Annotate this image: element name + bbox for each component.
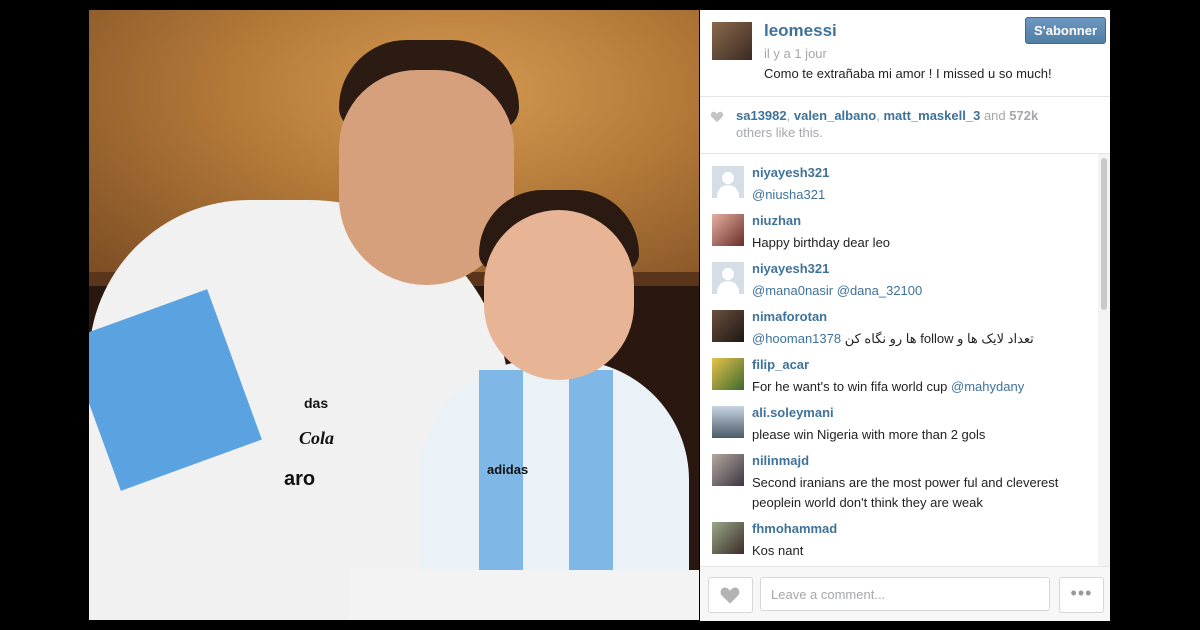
likes-suffix: others like this. — [736, 125, 823, 140]
heart-icon — [720, 587, 740, 604]
avatar[interactable] — [712, 522, 744, 554]
photo-logo-aro: aro — [284, 468, 316, 490]
comment-username[interactable]: fhmohammad — [752, 521, 837, 536]
comment-username[interactable]: niuzhan — [752, 213, 801, 228]
comment-footer: ••• — [700, 566, 1110, 621]
instagram-embed: das Cola aro adidas leomessi il y a 1 jo… — [0, 0, 1200, 630]
liker-separator: , — [786, 108, 794, 123]
likes-summary: sa13982, valen_albano, matt_maskell_3 an… — [700, 97, 1110, 154]
heart-icon — [710, 111, 724, 123]
photo-kid-face — [484, 210, 634, 380]
comment-text: Second iranians are the most power ful a… — [752, 475, 1059, 510]
post-timestamp[interactable]: il y a 1 jour — [764, 46, 827, 61]
ellipsis-icon[interactable]: ••• — [1059, 577, 1104, 613]
comment-body: ها رو نگاه کن follow تعداد لایک ها و — [844, 331, 1034, 346]
comment-mention[interactable]: @mana0nasir — [752, 283, 833, 298]
photo-table — [349, 570, 699, 620]
comment-username[interactable]: ali.soleymani — [752, 405, 834, 420]
user-silhouette-icon[interactable] — [712, 262, 744, 294]
like-button[interactable] — [708, 577, 753, 613]
comment-username[interactable]: nilinmajd — [752, 453, 809, 468]
follow-button[interactable]: S'abonner — [1025, 17, 1106, 44]
post-caption: Como te extrañaba mi amor ! I missed u s… — [764, 66, 1052, 81]
comment-username[interactable]: nimaforotan — [752, 309, 827, 324]
avatar[interactable] — [712, 454, 744, 486]
comment-text: For he want's to win fifa world cup @mah… — [752, 377, 1092, 397]
photo-logo-adidas: das — [304, 395, 329, 411]
comment-body: For he want's to win fifa world cup — [752, 379, 948, 394]
scrollbar-thumb[interactable] — [1101, 158, 1107, 310]
comment-username[interactable]: filip_acar — [752, 357, 809, 372]
post-username[interactable]: leomessi — [764, 21, 837, 41]
post-header: leomessi il y a 1 jour Como te extrañaba… — [700, 10, 1110, 97]
likes-count[interactable]: 572k — [1009, 108, 1038, 123]
comment-text: @niusha321 — [752, 185, 1092, 205]
comment-text: @hooman1378 ها رو نگاه کن follow تعداد ل… — [752, 329, 1092, 349]
comment-mention[interactable]: @dana_32100 — [837, 283, 923, 298]
comment-username[interactable]: niyayesh321 — [752, 165, 829, 180]
avatar[interactable] — [712, 358, 744, 390]
comment-text: Kos nant — [752, 543, 804, 558]
post-photo[interactable]: das Cola aro adidas — [89, 10, 699, 620]
avatar[interactable] — [712, 22, 752, 60]
comment-username[interactable]: niyayesh321 — [752, 261, 829, 276]
avatar[interactable] — [712, 214, 744, 246]
avatar[interactable] — [712, 406, 744, 438]
comment-input[interactable] — [760, 577, 1050, 611]
comment-text: Happy birthday dear leo — [752, 235, 891, 250]
liker-username[interactable]: matt_maskell_3 — [883, 108, 980, 123]
liker-username[interactable]: valen_albano — [794, 108, 876, 123]
photo-logo-cola: Cola — [299, 428, 335, 448]
comment-mention[interactable]: @niusha321 — [752, 187, 825, 202]
comment-mention[interactable]: @hooman1378 — [752, 331, 841, 346]
comment-text: @mana0nasir @dana_32100 — [752, 281, 1092, 301]
comment-list[interactable]: niyayesh321 @niusha321 niuzhan Happy bir… — [700, 154, 1098, 566]
comment-text: please win Nigeria with more than 2 gols — [752, 427, 986, 442]
likes-and: and — [983, 108, 1006, 123]
likes-line: sa13982, valen_albano, matt_maskell_3 an… — [736, 108, 1038, 123]
post-side-panel: leomessi il y a 1 jour Como te extrañaba… — [700, 10, 1110, 621]
comment-mention[interactable]: @mahydany — [951, 379, 1024, 394]
avatar[interactable] — [712, 310, 744, 342]
user-silhouette-icon[interactable] — [712, 166, 744, 198]
liker-username[interactable]: sa13982 — [736, 108, 787, 123]
photo-logo-adidas-kid: adidas — [487, 462, 529, 477]
